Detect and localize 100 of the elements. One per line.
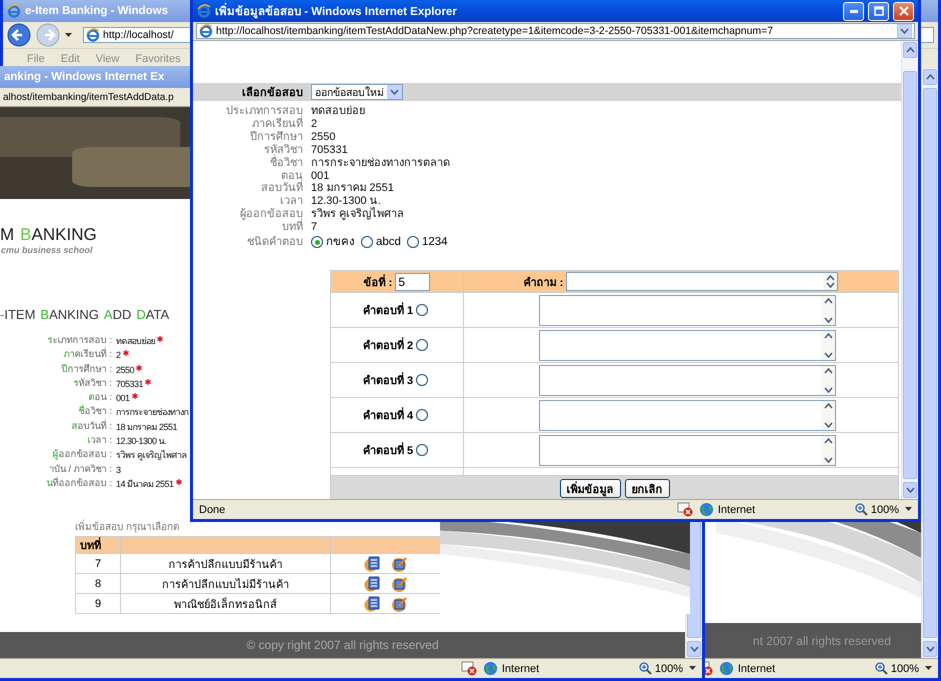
view-button[interactable] bbox=[364, 576, 380, 592]
field-label: ปีการศึกษา : bbox=[60, 362, 112, 377]
radio-button[interactable] bbox=[416, 444, 428, 456]
add-button[interactable]: เพิ่มข้อมูล bbox=[560, 478, 620, 498]
field-value: 2 bbox=[311, 118, 318, 131]
maximize-icon bbox=[874, 6, 884, 16]
zone-label: Internet bbox=[718, 504, 756, 516]
field-value: 12.30-1300 น. bbox=[311, 195, 381, 208]
field-label: สอบวันที่ bbox=[193, 182, 303, 196]
field-label: ภาคเรียนที่ bbox=[251, 118, 303, 130]
answer-field[interactable] bbox=[539, 400, 836, 431]
edit-button[interactable] bbox=[390, 576, 408, 592]
zoom-level[interactable]: 100% bbox=[874, 662, 919, 675]
close-button[interactable] bbox=[893, 2, 914, 20]
field-label: คำถาม : bbox=[524, 276, 564, 291]
table-cell: พาณิชย์อิเล็กทรอนิกส์ bbox=[121, 594, 331, 614]
copyright-text: nt 2007 all rights reserved bbox=[752, 634, 891, 648]
globe-icon bbox=[698, 502, 714, 517]
field-label: สอบวันที่ : bbox=[70, 420, 112, 434]
field-label: บทที่ bbox=[193, 221, 303, 234]
zoom-icon bbox=[874, 662, 888, 675]
answer-option[interactable]: คำตอบที่ 3 bbox=[362, 371, 428, 390]
field-value: 001 bbox=[311, 170, 330, 182]
chevron-up-icon bbox=[826, 275, 835, 282]
status-text: Done bbox=[199, 504, 226, 516]
field-value: 12.30-1300 น. bbox=[116, 435, 166, 448]
field-value: 001 bbox=[116, 392, 130, 406]
answer-option[interactable]: คำตอบที่ 4 bbox=[362, 406, 428, 424]
answer-type-option[interactable]: 1234 bbox=[406, 236, 448, 249]
radio-button[interactable] bbox=[311, 236, 323, 248]
radio-button[interactable] bbox=[416, 304, 428, 316]
field-value: ทดสอบย่อย bbox=[311, 105, 366, 118]
answer-field[interactable] bbox=[566, 272, 838, 292]
answer-field[interactable] bbox=[539, 330, 836, 361]
chevron-up-icon bbox=[824, 368, 832, 374]
chevron-down-icon bbox=[826, 282, 835, 288]
minimize-button[interactable] bbox=[843, 2, 864, 20]
field-value: การกระจายช่องทางการตลาด bbox=[311, 156, 451, 170]
caret-icon bbox=[905, 507, 912, 512]
zoom-level[interactable]: 100% bbox=[854, 503, 899, 516]
window-title: anking - Windows Internet Ex bbox=[4, 71, 164, 83]
field-value: การกระจายช่องทางก bbox=[116, 406, 188, 420]
browser-icon bbox=[7, 4, 21, 18]
maximize-button[interactable] bbox=[868, 2, 889, 20]
view-button[interactable] bbox=[364, 556, 380, 572]
zoom-level[interactable]: 100% bbox=[638, 662, 683, 675]
edit-button[interactable] bbox=[390, 556, 408, 572]
dropdown-button[interactable] bbox=[897, 24, 912, 38]
field-label: เวลา : bbox=[86, 434, 112, 448]
answer-field[interactable] bbox=[539, 434, 836, 466]
field-label: ชื่อวิชา : bbox=[78, 405, 112, 419]
field-value: รวิพร คูเจริญไพศาล bbox=[116, 449, 188, 462]
answer-type-option[interactable]: กขคง bbox=[311, 236, 355, 249]
cancel-button[interactable]: ยกเลิก bbox=[624, 478, 670, 498]
view-button[interactable] bbox=[364, 596, 380, 612]
answer-field[interactable] bbox=[539, 294, 836, 326]
field-value: 7 bbox=[311, 221, 318, 234]
globe-icon bbox=[718, 661, 734, 676]
chevron-down-icon bbox=[926, 646, 934, 652]
radio-button[interactable] bbox=[416, 339, 428, 352]
answer-field[interactable] bbox=[539, 364, 836, 396]
address-field[interactable]: http://localhost/itembanking/itemTestAddDataNew.php?createtype=1&itemcode=3-2-2550-705331-001&itemchapnum=7 bbox=[196, 23, 915, 39]
radio-button[interactable] bbox=[416, 374, 428, 386]
answer-option[interactable]: คำตอบที่ 2 bbox=[362, 336, 428, 354]
blocked-popup-icon bbox=[676, 502, 693, 517]
answer-type-option[interactable]: abcd bbox=[361, 236, 401, 249]
close-icon bbox=[898, 6, 908, 16]
field-value: รวิพร คูเจริญไพศาล bbox=[311, 208, 406, 222]
edit-button[interactable] bbox=[390, 596, 408, 612]
exam-select[interactable]: ออกข้อสอบใหม่ bbox=[311, 84, 403, 100]
field-value: 3 bbox=[116, 464, 121, 477]
chevron-up-icon bbox=[824, 438, 832, 444]
field-label: ชื่อวิชา bbox=[269, 156, 303, 170]
answer-option[interactable]: คำตอบที่ 5 bbox=[362, 441, 428, 460]
field-label: ผู้ออกข้อสอบ : bbox=[52, 448, 112, 462]
field-value: 2550 bbox=[311, 130, 336, 144]
scrollbar[interactable] bbox=[901, 41, 918, 499]
table-caption: เพิ่มข้อสอบ กรุณาเลือกต bbox=[75, 519, 179, 534]
field-label: ภาคเรียนที่ : bbox=[62, 348, 112, 362]
back-button[interactable] bbox=[7, 23, 33, 47]
column-header: บทที่ bbox=[76, 537, 121, 554]
zone-label: Internet bbox=[502, 662, 540, 674]
browser-icon bbox=[197, 4, 211, 18]
field-value: ทดสอบย่อย bbox=[116, 335, 155, 348]
radio-button[interactable] bbox=[416, 409, 428, 422]
caret-icon bbox=[65, 32, 72, 38]
forward-icon bbox=[36, 23, 60, 47]
answer-option[interactable]: คำตอบที่ 1 bbox=[362, 301, 428, 320]
field-label: าบัน / ภาควิชา : bbox=[48, 462, 112, 476]
edit-icon bbox=[390, 576, 408, 592]
field-value: 705331 bbox=[311, 144, 349, 157]
chevron-down-icon bbox=[824, 352, 832, 358]
field-label: ข้อที่ : bbox=[364, 272, 392, 291]
window-title: e-Item Banking - Windows bbox=[25, 5, 168, 17]
number-field[interactable]: 5 bbox=[395, 272, 430, 291]
blocked-popup-icon bbox=[460, 661, 477, 676]
table-cell: 9 bbox=[76, 594, 121, 614]
radio-button[interactable] bbox=[406, 236, 419, 248]
scrollbar[interactable] bbox=[921, 68, 938, 658]
radio-button[interactable] bbox=[361, 236, 373, 248]
